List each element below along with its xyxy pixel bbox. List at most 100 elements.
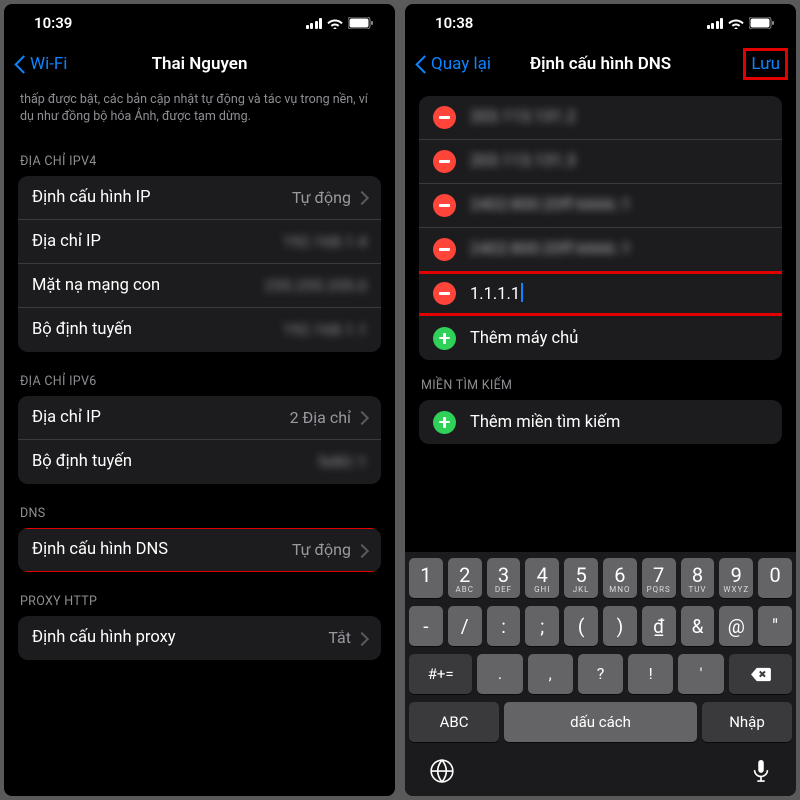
key-6[interactable]: 6MNO bbox=[603, 558, 637, 598]
dns-server-value: 2402:800:20ff:6666::1 bbox=[470, 196, 768, 215]
row-configure-ip[interactable]: Định cấu hình IP Tự động bbox=[18, 176, 381, 220]
low-data-description: thấp được bật, các bản cập nhật tự động … bbox=[4, 86, 395, 132]
value-configure-dns: Tự động bbox=[292, 540, 351, 559]
key-return[interactable]: Nhập bbox=[702, 702, 792, 742]
delete-icon[interactable] bbox=[433, 106, 456, 129]
back-label: Quay lại bbox=[431, 54, 491, 74]
search-domains-group: Thêm miền tìm kiếm bbox=[419, 400, 782, 444]
mic-icon[interactable] bbox=[750, 758, 772, 788]
key-backspace[interactable] bbox=[729, 654, 792, 694]
chevron-right-icon bbox=[359, 543, 367, 557]
key-symbols[interactable]: #+= bbox=[409, 654, 472, 694]
key-colon[interactable]: : bbox=[487, 606, 521, 646]
key-1[interactable]: 1 bbox=[409, 558, 443, 598]
delete-icon[interactable] bbox=[433, 194, 456, 217]
key-question[interactable]: ? bbox=[578, 654, 623, 694]
key-at[interactable]: @ bbox=[719, 606, 753, 646]
key-dash[interactable]: - bbox=[409, 606, 443, 646]
dns-server-row[interactable]: 2402:800:20ff:6666::1 bbox=[419, 184, 782, 228]
nav-bar: Quay lại Định cấu hình DNS Lưu bbox=[405, 42, 796, 86]
section-header-dns: DNS bbox=[4, 484, 395, 528]
value-subnet: 255.255.255.0 bbox=[264, 276, 367, 295]
key-8[interactable]: 8TUV bbox=[681, 558, 715, 598]
delete-icon[interactable] bbox=[433, 282, 456, 305]
back-button[interactable]: Quay lại bbox=[415, 54, 491, 74]
label-subnet: Mặt nạ mạng con bbox=[32, 276, 264, 295]
key-comma[interactable]: , bbox=[528, 654, 573, 694]
row-ipv6-address[interactable]: Địa chỉ IP 2 Địa chỉ bbox=[18, 396, 381, 440]
cellular-icon bbox=[707, 18, 724, 29]
phone-left: 10:39 Wi-Fi Thai Nguyen thấp được bật, c… bbox=[4, 4, 395, 796]
dns-server-value: 203.113.131.3 bbox=[470, 152, 768, 171]
key-5[interactable]: 5JKL bbox=[564, 558, 598, 598]
keyboard: 1 2ABC 3DEF 4GHI 5JKL 6MNO 7PQRS 8TUV 9W… bbox=[405, 552, 796, 796]
globe-icon[interactable] bbox=[429, 758, 455, 788]
key-abc[interactable]: ABC bbox=[409, 702, 499, 742]
dns-content: 203.113.131.2 203.113.131.3 2402:800:20f… bbox=[405, 86, 796, 552]
status-time: 10:39 bbox=[34, 14, 72, 32]
dns-server-row[interactable]: 2402:800:20ff:6666::1 bbox=[419, 228, 782, 272]
delete-icon[interactable] bbox=[433, 150, 456, 173]
label-configure-dns: Định cấu hình DNS bbox=[32, 540, 292, 559]
key-0[interactable]: 0 bbox=[758, 558, 792, 598]
key-lparen[interactable]: ( bbox=[564, 606, 598, 646]
key-quote[interactable]: " bbox=[758, 606, 792, 646]
add-search-domain-row[interactable]: Thêm miền tìm kiếm bbox=[419, 400, 782, 444]
key-7[interactable]: 7PQRS bbox=[642, 558, 676, 598]
back-button[interactable]: Wi-Fi bbox=[14, 54, 67, 74]
value-configure-proxy: Tắt bbox=[328, 628, 351, 647]
key-9[interactable]: 9WXYZ bbox=[719, 558, 753, 598]
wifi-icon bbox=[327, 17, 343, 29]
dns-group: Định cấu hình DNS Tự động bbox=[18, 528, 381, 572]
value-ipv6: 2 Địa chỉ bbox=[290, 408, 351, 427]
key-apostrophe[interactable]: ' bbox=[678, 654, 723, 694]
key-dong[interactable]: ₫ bbox=[642, 606, 676, 646]
section-header-search: MIỀN TÌM KIẾM bbox=[405, 360, 796, 400]
key-exclaim[interactable]: ! bbox=[628, 654, 673, 694]
row-ipv6-router: Bộ định tuyến fe80::1 bbox=[18, 440, 381, 484]
key-rparen[interactable]: ) bbox=[603, 606, 637, 646]
label-ipv6: Địa chỉ IP bbox=[32, 408, 290, 427]
row-configure-dns[interactable]: Định cấu hình DNS Tự động bbox=[18, 528, 381, 572]
add-icon[interactable] bbox=[433, 411, 456, 434]
add-search-label: Thêm miền tìm kiếm bbox=[470, 413, 768, 432]
proxy-group: Định cấu hình proxy Tắt bbox=[18, 616, 381, 660]
key-3[interactable]: 3DEF bbox=[487, 558, 521, 598]
key-4[interactable]: 4GHI bbox=[525, 558, 559, 598]
value-router: 192.168.1.1 bbox=[282, 320, 367, 339]
battery-icon bbox=[749, 17, 774, 29]
key-semicolon[interactable]: ; bbox=[525, 606, 559, 646]
dns-server-row[interactable]: 203.113.131.2 bbox=[419, 96, 782, 140]
key-2[interactable]: 2ABC bbox=[448, 558, 482, 598]
dns-server-row[interactable]: 203.113.131.3 bbox=[419, 140, 782, 184]
key-amp[interactable]: & bbox=[681, 606, 715, 646]
dns-servers-group: 203.113.131.2 203.113.131.3 2402:800:20f… bbox=[419, 96, 782, 360]
settings-content: thấp được bật, các bản cập nhật tự động … bbox=[4, 86, 395, 796]
chevron-right-icon bbox=[359, 190, 367, 204]
status-time: 10:38 bbox=[435, 14, 473, 32]
backspace-icon bbox=[749, 666, 772, 683]
key-period[interactable]: . bbox=[477, 654, 522, 694]
row-configure-proxy[interactable]: Định cấu hình proxy Tắt bbox=[18, 616, 381, 660]
ipv4-group: Định cấu hình IP Tự động Địa chỉ IP 192.… bbox=[18, 176, 381, 352]
chevron-right-icon bbox=[359, 631, 367, 645]
dns-server-value: 2402:800:20ff:6666::1 bbox=[470, 240, 768, 259]
key-space[interactable]: dấu cách bbox=[504, 702, 697, 742]
phone-right: 10:38 Quay lại Định cấu hình DNS Lưu 203… bbox=[405, 4, 796, 796]
chevron-right-icon bbox=[359, 410, 367, 424]
add-server-row[interactable]: Thêm máy chủ bbox=[419, 316, 782, 360]
save-button[interactable]: Lưu bbox=[745, 50, 786, 78]
dns-server-value: 203.113.131.2 bbox=[470, 108, 768, 127]
key-slash[interactable]: / bbox=[448, 606, 482, 646]
add-icon[interactable] bbox=[433, 327, 456, 350]
row-router: Bộ định tuyến 192.168.1.1 bbox=[18, 308, 381, 352]
value-ip: 192.168.1.4 bbox=[282, 232, 367, 251]
dns-server-input[interactable]: 1.1.1.1 bbox=[470, 283, 768, 304]
delete-icon[interactable] bbox=[433, 238, 456, 261]
label-configure-ip: Định cấu hình IP bbox=[32, 188, 292, 207]
back-label: Wi-Fi bbox=[30, 54, 67, 74]
dns-server-input-row[interactable]: 1.1.1.1 bbox=[419, 272, 782, 316]
nav-bar: Wi-Fi Thai Nguyen bbox=[4, 42, 395, 86]
cellular-icon bbox=[306, 18, 323, 29]
section-header-ipv6: ĐỊA CHỈ IPV6 bbox=[4, 352, 395, 396]
